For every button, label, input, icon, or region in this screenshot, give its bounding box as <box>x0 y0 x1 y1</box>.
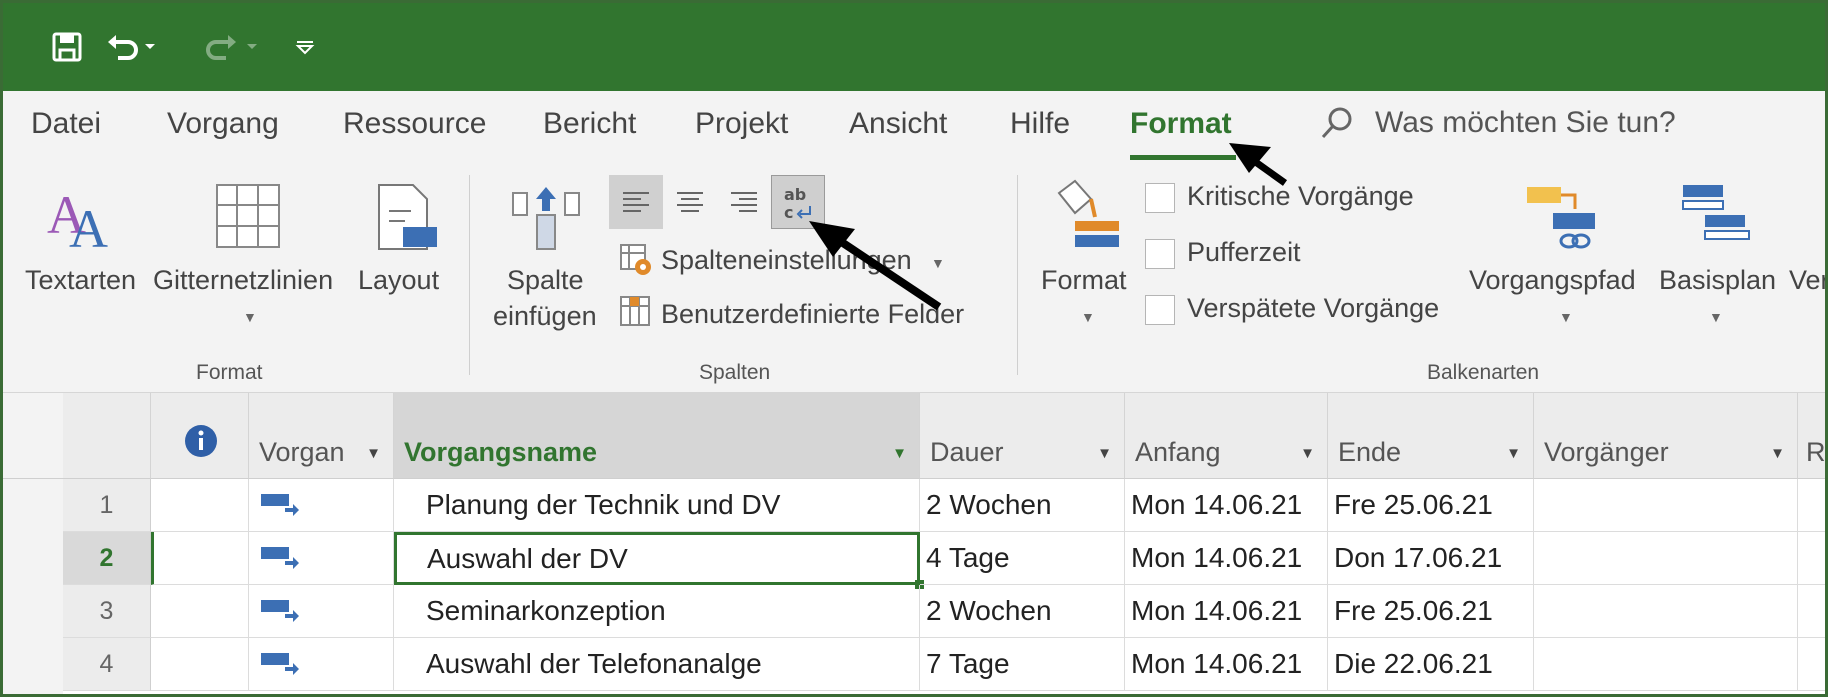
arrow-to-format-tab <box>1229 143 1288 186</box>
arrow-to-wrap-text-button <box>809 221 942 311</box>
app-window: Datei Vorgang Ressource Bericht Projekt … <box>0 0 1828 697</box>
annotation-arrows-overlay <box>809 143 1288 311</box>
